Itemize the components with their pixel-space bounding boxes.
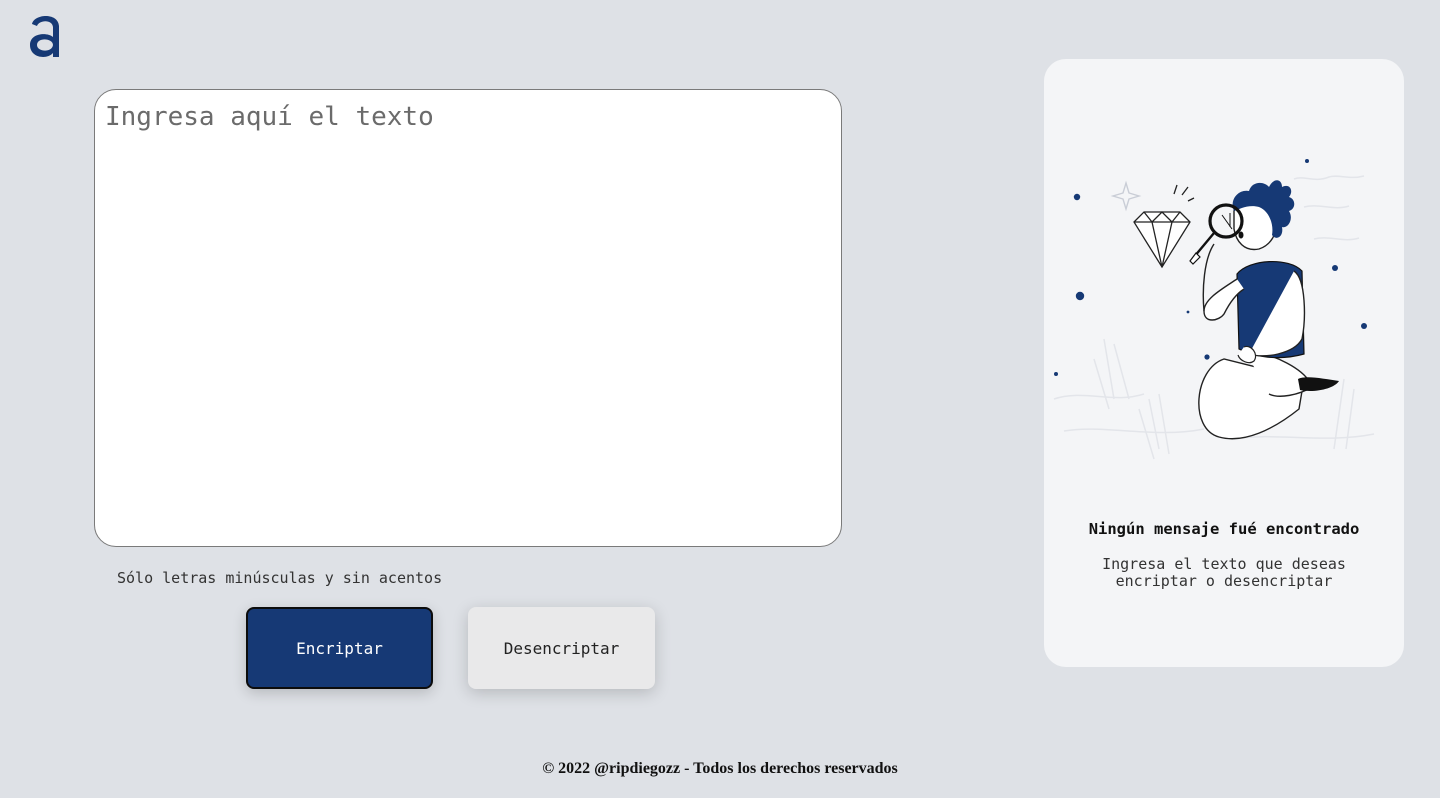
result-title: Ningún mensaje fué encontrado bbox=[1088, 520, 1360, 538]
alura-a-logo-icon[interactable] bbox=[27, 8, 65, 60]
result-panel: Ningún mensaje fué encontrado Ingresa el… bbox=[1044, 59, 1404, 667]
message-input[interactable] bbox=[95, 90, 841, 546]
footer-copyright: © 2022 @ripdiegozz - Todos los derechos … bbox=[542, 760, 898, 777]
message-input-container bbox=[94, 89, 842, 547]
encrypt-button[interactable]: Encriptar bbox=[246, 607, 433, 689]
person-with-magnifying-glass-illustration bbox=[1053, 159, 1375, 460]
decrypt-button[interactable]: Desencriptar bbox=[468, 607, 655, 689]
result-description: Ingresa el texto que deseas encriptar o … bbox=[1102, 555, 1346, 590]
input-hint: Sólo letras minúsculas y sin acentos bbox=[117, 569, 443, 587]
